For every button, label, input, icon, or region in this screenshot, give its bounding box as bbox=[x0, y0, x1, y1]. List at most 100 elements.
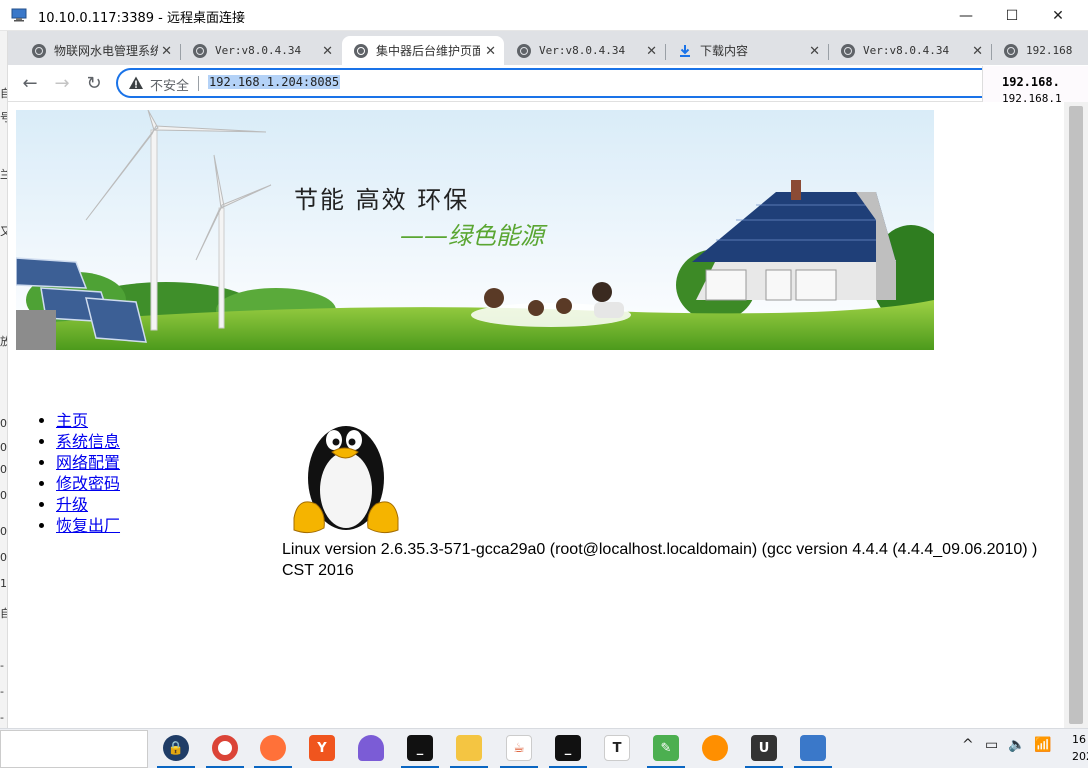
desktop-glyph: 0 bbox=[0, 525, 7, 538]
tab-concentrator-maintenance[interactable]: 集中器后台维护页面 ✕ bbox=[342, 36, 504, 65]
download-icon bbox=[680, 44, 690, 57]
remote-desktop-icon bbox=[11, 8, 27, 22]
address-divider bbox=[198, 76, 199, 91]
browser-toolbar: ← → ↻ 不安全 192.168.1.204:8085 bbox=[8, 65, 1088, 102]
tab-version-1[interactable]: Ver:v8.0.4.34 ✕ bbox=[181, 36, 341, 65]
tab-downloads[interactable]: 下载内容 ✕ bbox=[666, 36, 828, 65]
nav-item-change-password: 修改密码 bbox=[56, 473, 120, 494]
nav-link-home[interactable]: 主页 bbox=[56, 411, 88, 430]
tab-close-icon[interactable]: ✕ bbox=[646, 44, 657, 59]
folder-icon[interactable] bbox=[456, 735, 482, 761]
java-icon[interactable]: ☕ bbox=[506, 735, 532, 761]
banner-slogan: 节能 高效 环保 bbox=[294, 186, 470, 214]
desktop-glyph: 1 bbox=[0, 577, 7, 590]
tab-close-icon[interactable]: ✕ bbox=[322, 44, 333, 59]
kernel-version-line: Linux version 2.6.35.3-571-gcca29a0 (roo… bbox=[282, 541, 1038, 558]
reload-button[interactable]: ↻ bbox=[82, 71, 106, 95]
globe-icon bbox=[517, 43, 531, 58]
nav-item-system-info: 系统信息 bbox=[56, 431, 120, 452]
taskbar-search-box[interactable] bbox=[0, 730, 148, 768]
clock-date: 2024 bbox=[1072, 750, 1088, 763]
tab-close-icon[interactable]: ✕ bbox=[972, 44, 983, 59]
desktop-glyph: 又 bbox=[0, 223, 7, 239]
url-text[interactable]: 192.168.1.204:8085 bbox=[208, 75, 341, 89]
tab-iot-management[interactable]: 物联网水电管理系统 ✕ bbox=[20, 36, 180, 65]
green-energy-banner: 节能 高效 环保 ——绿色能源 bbox=[16, 110, 934, 350]
tab-close-icon[interactable]: ✕ bbox=[485, 44, 496, 59]
ydict-icon[interactable]: Y bbox=[309, 735, 335, 761]
desktop-glyph: 放 bbox=[0, 333, 7, 349]
windows-taskbar: 🔒 Y _ ☕ _ T ✎ U ^ ▭ 🔈 📶 16 2024 bbox=[0, 728, 1088, 768]
page-content: 节能 高效 环保 ——绿色能源 主页 系统信息 网络配置 修改密码 升级 恢复出… bbox=[8, 102, 1064, 728]
security-icon[interactable]: 🔒 bbox=[163, 735, 189, 761]
terminal-icon[interactable]: _ bbox=[407, 735, 433, 761]
notepad-icon[interactable]: ✎ bbox=[653, 735, 679, 761]
tab-close-icon[interactable]: ✕ bbox=[809, 44, 820, 59]
tab-label: Ver:v8.0.4.34 bbox=[539, 44, 626, 57]
security-label[interactable]: 不安全 bbox=[150, 75, 189, 94]
desktop-glyph: 0 bbox=[0, 489, 7, 502]
tab-close-icon[interactable]: ✕ bbox=[161, 44, 172, 59]
main-nav: 主页 系统信息 网络配置 修改密码 升级 恢复出厂 bbox=[36, 410, 120, 536]
chrome-icon[interactable] bbox=[212, 735, 238, 761]
warning-icon[interactable] bbox=[128, 75, 144, 91]
nav-item-network-config: 网络配置 bbox=[56, 452, 120, 473]
nav-link-system-info[interactable]: 系统信息 bbox=[56, 432, 120, 451]
rdp-icon[interactable] bbox=[800, 735, 826, 761]
desktop-glyph: 兰 bbox=[0, 166, 7, 182]
taskbar-clock[interactable]: 16 2024 bbox=[1072, 731, 1088, 765]
terminal-icon[interactable]: _ bbox=[555, 735, 581, 761]
globe-icon bbox=[1004, 43, 1018, 58]
tab-label: 物联网水电管理系统 bbox=[54, 44, 158, 58]
crystal-icon[interactable] bbox=[358, 735, 384, 761]
kernel-version-text: Linux version 2.6.35.3-571-gcca29a0 (roo… bbox=[282, 539, 1064, 581]
tab-label: 192.168 bbox=[1026, 44, 1073, 57]
tab-ip-partial[interactable]: 192.168 bbox=[992, 36, 1088, 65]
tab-strip: 物联网水电管理系统 ✕ Ver:v8.0.4.34 ✕ 集中器后台维护页面 ✕ … bbox=[8, 31, 1088, 65]
nav-link-upgrade[interactable]: 升级 bbox=[56, 495, 88, 514]
globe-icon bbox=[193, 43, 207, 58]
back-button[interactable]: ← bbox=[18, 71, 42, 95]
kernel-build-date: CST 2016 bbox=[282, 562, 354, 579]
tab-label: Ver:v8.0.4.34 bbox=[863, 44, 950, 57]
desktop-glyph: - bbox=[0, 659, 4, 672]
tray-chevron-icon[interactable]: ^ bbox=[962, 737, 974, 753]
forward-button[interactable]: → bbox=[50, 71, 74, 95]
battery-icon[interactable]: ▭ bbox=[985, 737, 998, 753]
typora-icon[interactable]: T bbox=[604, 735, 630, 761]
nav-link-factory-reset[interactable]: 恢复出厂 bbox=[56, 516, 120, 535]
address-bar[interactable]: 不安全 192.168.1.204:8085 bbox=[116, 68, 1088, 98]
tab-version-3[interactable]: Ver:v8.0.4.34 ✕ bbox=[829, 36, 991, 65]
desktop-glyph: 0 bbox=[0, 417, 7, 430]
frame-icon[interactable]: U bbox=[751, 735, 777, 761]
firefox-icon[interactable] bbox=[260, 735, 286, 761]
banner-sub-slogan: ——绿色能源 bbox=[400, 222, 544, 250]
maximize-button[interactable]: ☐ bbox=[989, 0, 1035, 31]
nav-link-network-config[interactable]: 网络配置 bbox=[56, 453, 120, 472]
desktop-glyph: 自 bbox=[0, 85, 7, 101]
nav-link-change-password[interactable]: 修改密码 bbox=[56, 474, 120, 493]
search-tool-icon[interactable] bbox=[702, 735, 728, 761]
globe-icon bbox=[354, 43, 368, 58]
network-icon[interactable]: 📶 bbox=[1034, 737, 1051, 753]
volume-icon[interactable]: 🔈 bbox=[1008, 737, 1025, 753]
tab-label: 下载内容 bbox=[700, 44, 749, 58]
desktop-glyph: 0 bbox=[0, 463, 7, 476]
desktop-glyph: - bbox=[0, 685, 4, 698]
tab-version-2[interactable]: Ver:v8.0.4.34 ✕ bbox=[505, 36, 665, 65]
scrollbar-thumb[interactable] bbox=[1069, 106, 1083, 724]
tab-label: 集中器后台维护页面 bbox=[376, 44, 480, 58]
page-scrollbar[interactable] bbox=[1064, 102, 1088, 728]
suggestion-primary[interactable]: 192.168. bbox=[1002, 75, 1060, 89]
desktop-glyph: 自 bbox=[0, 605, 7, 621]
close-button[interactable]: ✕ bbox=[1035, 0, 1081, 31]
nav-item-factory-reset: 恢复出厂 bbox=[56, 515, 120, 536]
linux-penguin-icon bbox=[293, 426, 399, 534]
tab-label: Ver:v8.0.4.34 bbox=[215, 44, 302, 57]
minimize-button[interactable]: — bbox=[943, 0, 989, 31]
desktop-glyph: 0 bbox=[0, 441, 7, 454]
desktop-glyph: - bbox=[0, 711, 4, 724]
nav-item-home: 主页 bbox=[56, 410, 120, 431]
globe-icon bbox=[32, 43, 46, 58]
globe-icon bbox=[841, 43, 855, 58]
